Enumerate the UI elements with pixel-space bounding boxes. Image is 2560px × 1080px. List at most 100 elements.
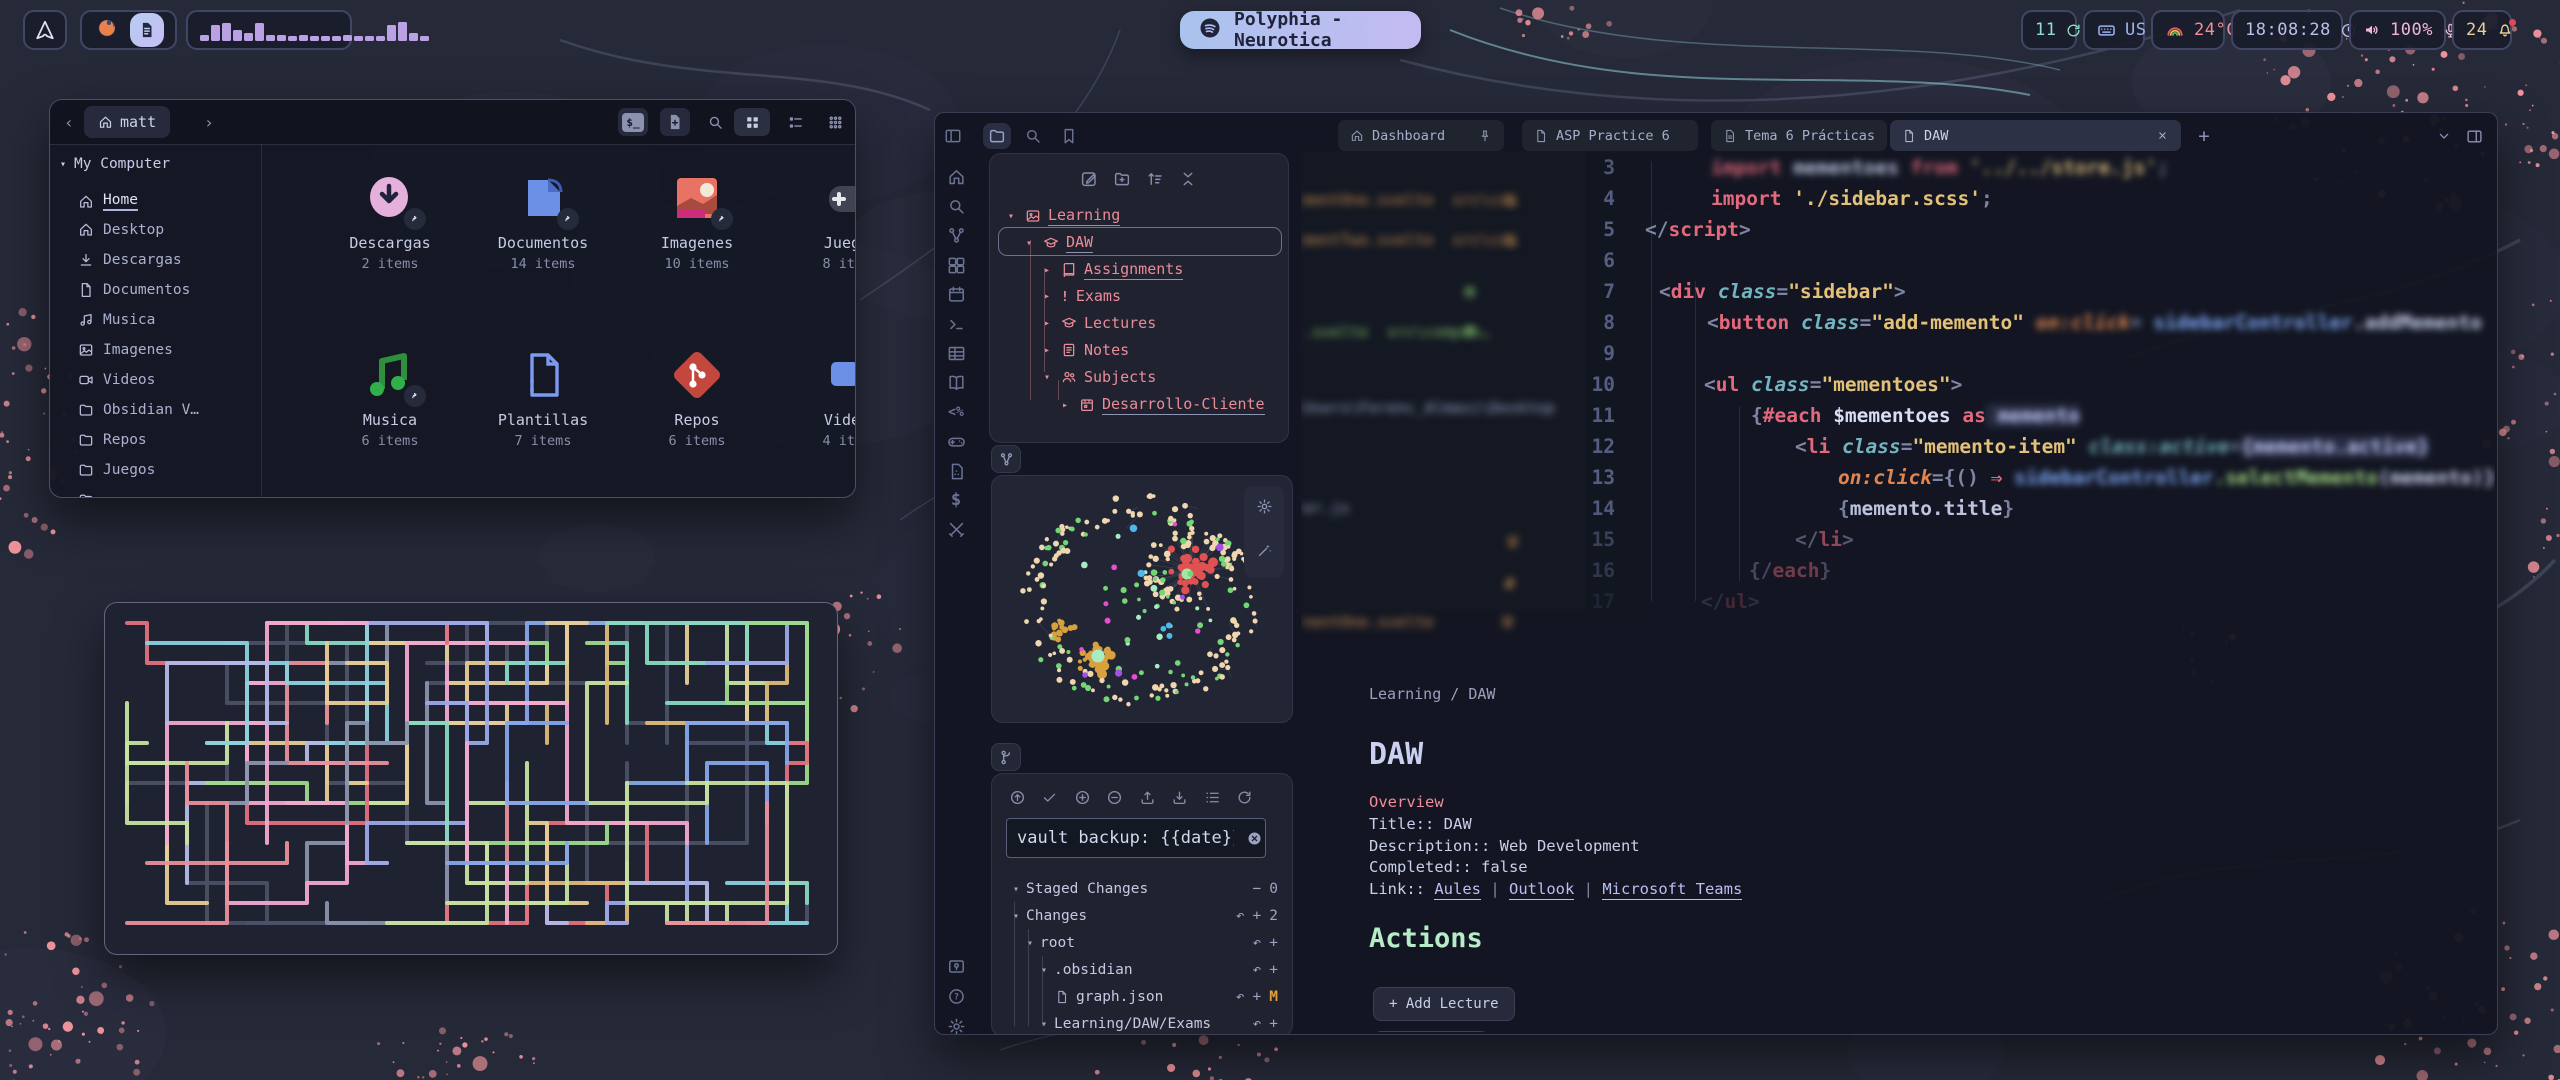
note-breadcrumb[interactable]: Learning / DAW <box>1369 685 1495 703</box>
discard-icon[interactable]: ↶ <box>1236 989 1245 1005</box>
file-item-repos[interactable]: Repos6 items <box>622 349 772 449</box>
keyboard-layout-module[interactable]: US <box>2083 10 2145 50</box>
sidebar-item-home[interactable]: Home <box>78 192 138 211</box>
note-link-aules[interactable]: Aules <box>1434 880 1481 900</box>
tab-daw[interactable]: DAW <box>1890 120 2181 151</box>
commit-message-input[interactable] <box>1007 828 1244 848</box>
updates-module[interactable]: 11 <box>2021 10 2077 50</box>
tree-item-subjects[interactable]: ▾Subjects <box>1044 368 1156 386</box>
git-row-changes[interactable]: ▾Changes↶+2 <box>992 904 1292 928</box>
git-row-staged-changes[interactable]: ▾Staged Changes−0 <box>992 877 1292 901</box>
ribbon-help-button[interactable]: ? <box>946 986 966 1006</box>
file-item-videos[interactable]: Videos4 items <box>776 349 856 449</box>
git-source-control-tab[interactable] <box>991 743 1021 771</box>
notifications-module[interactable]: 24 <box>2452 10 2512 50</box>
graph-filter-button[interactable] <box>1254 540 1274 560</box>
unstage-icon[interactable]: − <box>1253 881 1262 897</box>
sort-button[interactable] <box>1144 168 1166 190</box>
ribbon-currency-button[interactable]: $ <box>946 490 966 510</box>
forward-button[interactable]: › <box>194 108 224 136</box>
sidebar-root-my-computer[interactable]: ▾My Computer <box>60 156 170 172</box>
tree-item-exams[interactable]: ▸!Exams <box>1044 287 1121 305</box>
tab-dashboard[interactable]: Dashboard <box>1338 120 1504 151</box>
ribbon-table-button[interactable] <box>946 343 966 363</box>
tree-item-daw[interactable]: ▾DAW <box>1026 233 1093 253</box>
clock-module[interactable]: 18:08:28 <box>2231 10 2343 50</box>
ribbon-home-button[interactable] <box>946 167 966 187</box>
tree-item-learning[interactable]: ▾Learning <box>1008 206 1120 226</box>
git-commit-push-button[interactable] <box>1006 786 1028 808</box>
stage-icon[interactable]: + <box>1269 962 1278 978</box>
ribbon-terminal-button[interactable] <box>946 314 966 334</box>
git-unstage-all-button[interactable] <box>1104 786 1126 808</box>
file-item-juegos[interactable]: Juegos8 items <box>776 172 856 272</box>
weather-module[interactable]: 24°C <box>2151 10 2225 50</box>
document-app-button[interactable] <box>130 13 164 47</box>
compact-view-button[interactable] <box>820 108 850 136</box>
tab-list-button[interactable] <box>2433 125 2455 147</box>
file-item-plantillas[interactable]: Plantillas7 items <box>468 349 618 449</box>
git-changes-list-button[interactable] <box>1201 786 1223 808</box>
folder-button[interactable] <box>983 123 1011 149</box>
audio-module[interactable]: 100% <box>2349 10 2446 50</box>
commit-message-box[interactable] <box>1006 818 1266 858</box>
note-link-outlook[interactable]: Outlook <box>1509 880 1574 900</box>
add-note-button[interactable]: + Add Note <box>1373 1031 1489 1032</box>
new-tab-button[interactable]: + <box>2193 125 2215 147</box>
panel-left-button[interactable] <box>939 123 967 149</box>
new-folder-button[interactable] <box>1111 168 1133 190</box>
back-button[interactable]: ‹ <box>54 108 84 136</box>
git-row-.obsidian[interactable]: ▾.obsidian↶+ <box>992 958 1292 982</box>
discard-icon[interactable]: ↶ <box>1253 935 1262 951</box>
list-view-button[interactable] <box>780 108 810 136</box>
tree-item-assignments[interactable]: ▸Assignments <box>1044 260 1183 280</box>
ribbon-vault-button[interactable] <box>946 956 966 976</box>
collapse-all-button[interactable] <box>1177 168 1199 190</box>
stage-icon[interactable]: + <box>1253 908 1262 924</box>
breadcrumb[interactable]: matt <box>84 106 170 138</box>
sidebar-item-repos[interactable]: Repos <box>78 432 147 448</box>
grid-view-button[interactable] <box>734 108 770 136</box>
ribbon-search-button[interactable] <box>946 196 966 216</box>
git-refresh-button[interactable] <box>1234 786 1256 808</box>
ribbon-dice-file-button[interactable] <box>946 461 966 481</box>
tree-item-desarrollo-cliente[interactable]: ▸Desarrollo-Cliente <box>1062 395 1265 415</box>
file-item-musica[interactable]: Musica6 items <box>315 349 465 449</box>
music-player-pill[interactable]: Polyphia - Neurotica <box>1180 11 1421 49</box>
stage-icon[interactable]: + <box>1253 989 1262 1005</box>
discard-icon[interactable]: ↶ <box>1253 962 1262 978</box>
ribbon-reading-button[interactable] <box>946 373 966 393</box>
stage-icon[interactable]: + <box>1269 1016 1278 1032</box>
tab-tema-6-pr-cticas-[interactable]: Tema 6 Prácticas -… <box>1711 120 1887 151</box>
right-sidebar-toggle[interactable] <box>2463 125 2485 147</box>
note-link-microsoft-teams[interactable]: Microsoft Teams <box>1602 880 1742 900</box>
launcher-button[interactable] <box>23 10 67 50</box>
add-lecture-button[interactable]: + Add Lecture <box>1373 987 1515 1021</box>
clear-commit-icon[interactable] <box>1244 830 1265 847</box>
ribbon-crossed-swords-button[interactable] <box>946 520 966 540</box>
ribbon-git-graph-button[interactable] <box>946 226 966 246</box>
file-item-descargas[interactable]: Descargas2 items <box>315 172 465 272</box>
ribbon-gamepad-button[interactable] <box>946 432 966 452</box>
bookmark-button[interactable] <box>1055 123 1083 149</box>
sidebar-item-videos[interactable]: Videos <box>78 372 155 388</box>
sidebar-item-descargas[interactable]: Descargas <box>78 252 182 268</box>
discard-icon[interactable]: ↶ <box>1236 908 1245 924</box>
search-button[interactable] <box>1019 123 1047 149</box>
ribbon-code-template-button[interactable]: <% <box>946 402 966 422</box>
sidebar-item-documentos[interactable]: Documentos <box>78 282 190 298</box>
file-item-imagenes[interactable]: Imagenes10 items <box>622 172 772 272</box>
new-note-button[interactable] <box>1078 168 1100 190</box>
git-stage-all-button[interactable] <box>1071 786 1093 808</box>
git-commit-button[interactable] <box>1039 786 1061 808</box>
discard-icon[interactable]: ↶ <box>1253 1016 1262 1032</box>
tree-item-notes[interactable]: ▸Notes <box>1044 341 1129 359</box>
git-row-root[interactable]: ▾root↶+ <box>992 931 1292 955</box>
sidebar-item-juegos[interactable]: Juegos <box>78 462 155 478</box>
ribbon-cards-button[interactable] <box>946 255 966 275</box>
ribbon-settings-button[interactable] <box>946 1016 966 1035</box>
close-tab-icon[interactable] <box>2156 129 2169 142</box>
stage-icon[interactable]: + <box>1269 935 1278 951</box>
firefox-app-button[interactable] <box>90 13 124 47</box>
search-button[interactable] <box>700 108 730 136</box>
